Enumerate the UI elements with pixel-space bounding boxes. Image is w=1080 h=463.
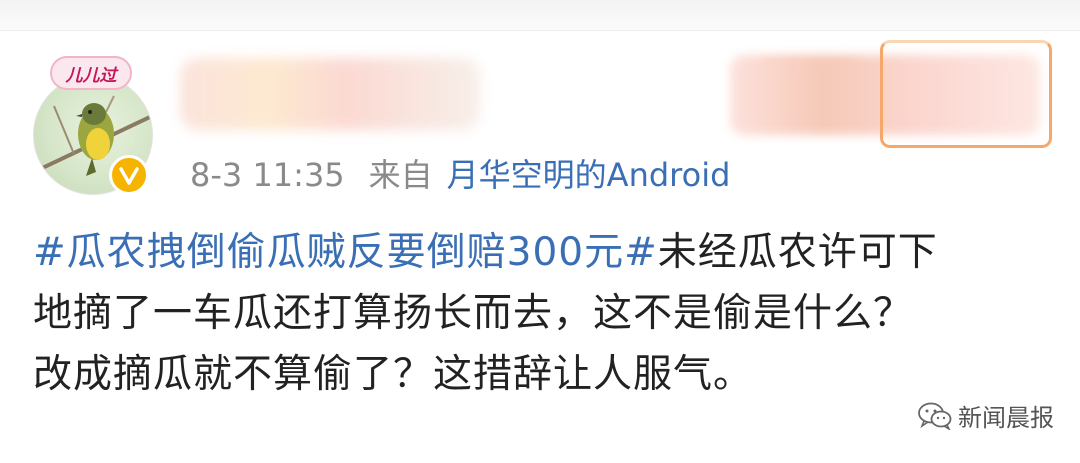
post-meta: 8-3 11:35 来自 月华空明的Android [190,153,730,197]
follow-button-redacted[interactable] [880,40,1052,148]
verified-badge-icon [109,155,149,195]
avatar-sticker-text: 儿儿过 [65,65,117,86]
watermark-text: 新闻晨报 [958,404,1054,432]
weibo-post-screenshot: 儿儿过 8-3 11:35 来自 月华空明的Android #瓜农拽倒偷瓜贼反要倒赔… [0,0,1080,463]
post-text-line-1: 未经瓜农许可下 [657,230,938,275]
wechat-icon [918,402,952,430]
post-text-line-2: 地摘了一车瓜还打算扬长而去，这不是偷是什么？ [33,291,914,336]
post-body: #瓜农拽倒偷瓜贼反要倒赔300元#未经瓜农许可下 地摘了一车瓜还打算扬长而去，这… [33,222,1053,405]
post-text-line-3: 改成摘瓜就不算偷了？这措辞让人服气。 [33,352,754,397]
source-prefix: 来自 [368,156,433,194]
top-divider [0,0,1080,31]
watermark: 新闻晨报 [918,398,1054,433]
username-redacted[interactable] [180,58,480,130]
post-line-1: #瓜农拽倒偷瓜贼反要倒赔300元#未经瓜农许可下 [33,222,1053,283]
post-timestamp[interactable]: 8-3 11:35 [190,156,345,194]
source-device-link[interactable]: 月华空明的Android [447,156,731,194]
hashtag-link[interactable]: #瓜农拽倒偷瓜贼反要倒赔300元# [33,230,658,275]
checkmark-icon [119,167,139,185]
avatar-sticker: 儿儿过 [50,56,132,90]
